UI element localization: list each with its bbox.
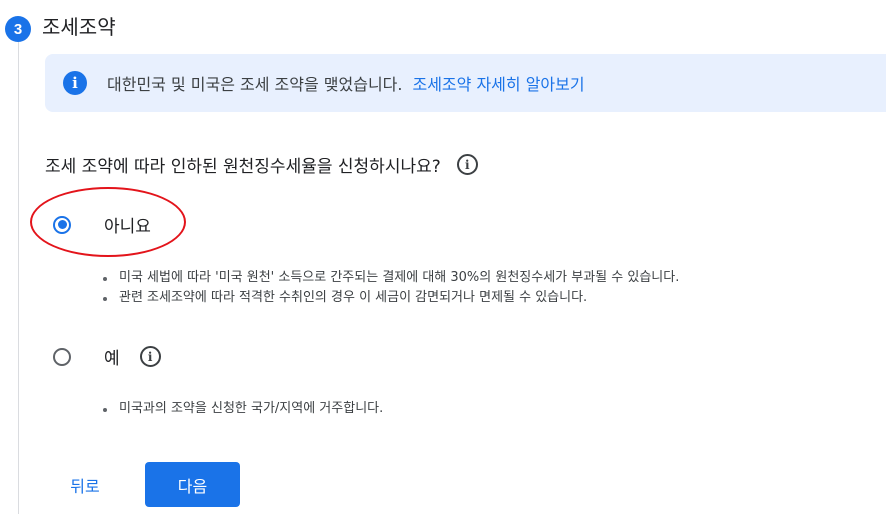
list-item: 미국과의 조약을 신청한 국가/지역에 거주합니다. [103, 399, 383, 419]
treaty-question: 조세 조약에 따라 인하된 원천징수세율을 신청하시나요? i [45, 152, 478, 177]
list-item: 미국 세법에 따라 '미국 원천' 소득으로 간주되는 결제에 대해 30%의 … [103, 268, 679, 288]
option-yes[interactable]: 예 i [53, 344, 161, 369]
help-icon[interactable]: i [456, 154, 478, 175]
bullet-icon [103, 297, 107, 301]
next-button[interactable]: 다음 [145, 462, 240, 507]
radio-no[interactable] [53, 215, 71, 234]
info-banner-text: 대한민국 및 미국은 조세 조약을 맺었습니다. [107, 75, 403, 94]
option-yes-details: 미국과의 조약을 신청한 국가/지역에 거주합니다. [103, 399, 383, 419]
question-text: 조세 조약에 따라 인하된 원천징수세율을 신청하시나요? [45, 157, 441, 177]
radio-yes[interactable] [53, 347, 71, 366]
step-number-badge: 3 [5, 16, 31, 42]
step-title: 조세조약 [42, 15, 116, 39]
info-icon: i [63, 71, 87, 95]
bullet-icon [103, 408, 107, 412]
learn-more-link[interactable]: 조세조약 자세히 알아보기 [412, 71, 584, 95]
info-banner: i 대한민국 및 미국은 조세 조약을 맺었습니다. 조세조약 자세히 알아보기 [45, 54, 886, 112]
option-no-label: 아니요 [104, 217, 151, 237]
back-button[interactable]: 뒤로 [53, 466, 117, 504]
option-yes-label: 예 [104, 349, 120, 369]
option-no-details: 미국 세법에 따라 '미국 원천' 소득으로 간주되는 결제에 대해 30%의 … [103, 268, 679, 308]
list-item: 관련 조세조약에 따라 적격한 수취인의 경우 이 세금이 감면되거나 면제될 … [103, 288, 679, 308]
tax-treaty-page: 3 조세조약 i 대한민국 및 미국은 조세 조약을 맺었습니다. 조세조약 자… [0, 0, 886, 514]
option-no[interactable]: 아니요 [53, 212, 151, 237]
step-connector-line [18, 40, 19, 514]
bullet-icon [103, 277, 107, 281]
help-icon[interactable]: i [139, 346, 161, 367]
